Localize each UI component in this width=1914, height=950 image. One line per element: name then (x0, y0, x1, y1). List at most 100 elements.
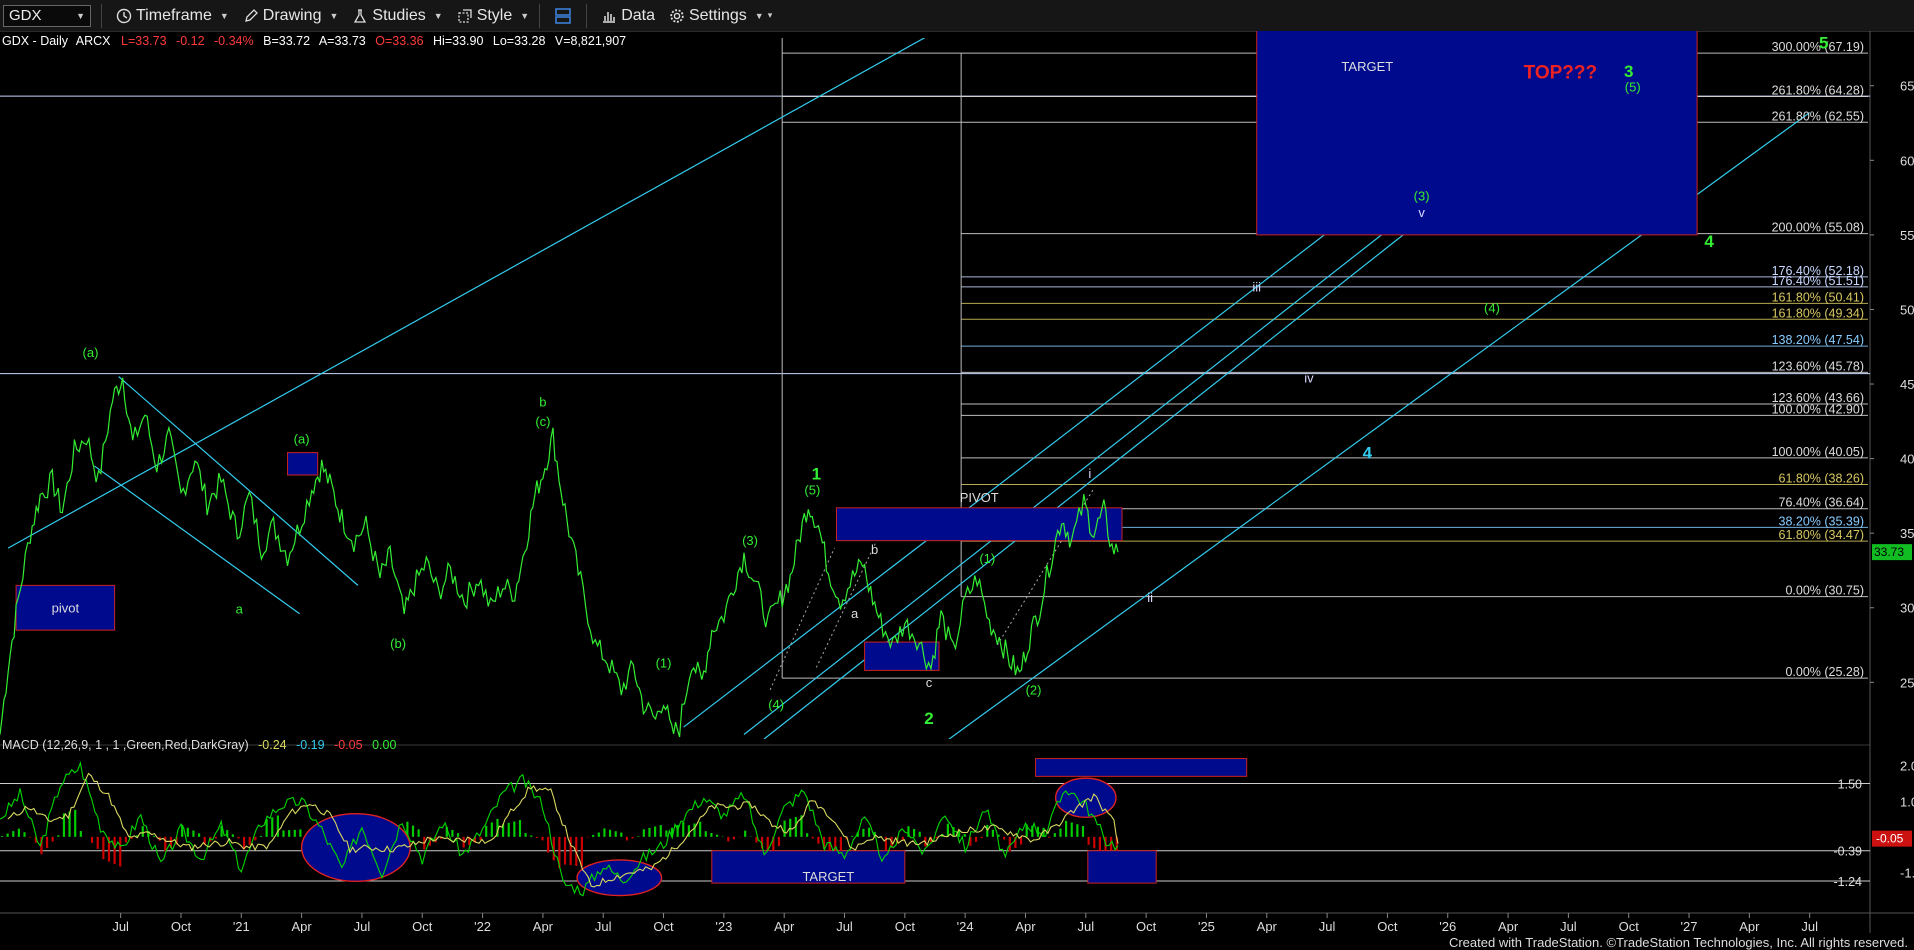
box-label: pivot (52, 601, 80, 616)
box-label: TARGET (1341, 59, 1393, 74)
wave-label: (3) (742, 533, 758, 548)
chevron-down-icon: ▼ (433, 10, 443, 21)
price-change: -0.12 (176, 34, 205, 48)
timeframe-label: Timeframe (136, 6, 212, 24)
toolbar-separator (586, 3, 588, 28)
clock-icon (116, 8, 132, 23)
wave-label: c (926, 675, 933, 690)
macd-axis-label: -1.00 (1900, 865, 1914, 880)
time-axis-label: Oct (653, 919, 674, 933)
exchange-label: ARCX (76, 34, 111, 48)
time-axis-label: '22 (474, 919, 491, 933)
time-axis-label: Oct (895, 919, 916, 933)
wave-label: (a) (83, 345, 99, 360)
time-axis-label: Oct (171, 919, 192, 933)
fib-level-label: 0.00% (30.75) (1785, 584, 1864, 598)
symbol-selector[interactable]: GDX ▼ (3, 4, 91, 27)
macd-value-1: -0.24 (258, 738, 287, 752)
time-axis-label: Jul (1801, 919, 1818, 933)
chevron-down-icon: ▼ (520, 10, 530, 21)
macd-box (1035, 758, 1248, 777)
macd-signal-line (7, 772, 1119, 888)
price-axis-label: 45.00 (1900, 377, 1914, 392)
price-line (0, 377, 1119, 738)
low-price: Lo=33.28 (493, 34, 546, 48)
macd-label: MACD (12,26,9, 1 , 1 ,Green,Red,DarkGray… (2, 738, 249, 752)
credit-text: Created with TradeStation. ©TradeStation… (1448, 935, 1908, 950)
time-axis-label: Apr (1498, 919, 1519, 933)
time-axis-label: '24 (957, 919, 974, 933)
macd-box (1087, 850, 1157, 884)
wave-label: b (539, 394, 546, 409)
time-axis-label: '26 (1439, 919, 1456, 933)
time-axis-label: Jul (1077, 919, 1094, 933)
layout-icon (555, 7, 571, 24)
last-price-tag: 33.73 (1872, 544, 1912, 561)
drawing-menu[interactable]: Drawing ▼ (243, 7, 339, 25)
time-axis-label: Oct (1136, 919, 1157, 933)
box-label: PIVOT (960, 490, 999, 505)
macd-layer (0, 758, 1870, 897)
fib-level-label: 123.60% (45.78) (1772, 359, 1864, 373)
fib-level-label: 76.40% (36.64) (1779, 496, 1864, 510)
macd-axis-label: 1.00 (1900, 794, 1914, 809)
time-axis-label: Oct (1377, 919, 1398, 933)
chart-area[interactable]: 300.00% (67.19) 261.80% (64.28) 261.80% (6… (0, 31, 1914, 933)
fib-level-label: 200.00% (55.08) (1772, 221, 1864, 235)
wave-label: (2) (1026, 682, 1042, 697)
wave-label: TOP??? (1524, 62, 1598, 83)
macd-last-tag-text: -0.05 (1876, 832, 1904, 846)
time-axis-label: '25 (1198, 919, 1215, 933)
wave-label: (3) (1414, 189, 1430, 204)
fib-level-label: 161.80% (49.34) (1772, 306, 1864, 320)
price-axis-label: 35.00 (1900, 526, 1914, 541)
symbol-value: GDX (9, 7, 42, 24)
price-axis-label: 50.00 (1900, 302, 1914, 317)
wave-label: 4 (1704, 232, 1714, 251)
wave-label: (c) (535, 414, 550, 429)
wave-label: (4) (768, 697, 784, 712)
macd-value-4: 0.00 (372, 738, 396, 752)
layout-button[interactable] (554, 7, 576, 25)
target-box (287, 452, 319, 476)
settings-menu[interactable]: Settings ▼ ▾ (669, 7, 772, 25)
channel-line (118, 376, 359, 586)
volume: V=8,821,907 (555, 34, 626, 48)
price-axis-label: 60.00 (1900, 153, 1914, 168)
wave-label: (1) (979, 551, 995, 566)
wave-label: 5 (1819, 33, 1828, 52)
ask-price: A=33.73 (319, 34, 366, 48)
target-box (835, 507, 1123, 542)
data-menu[interactable]: Data (601, 7, 655, 25)
bid-price: B=33.72 (263, 34, 310, 48)
pencil-icon (244, 8, 258, 22)
wave-label: (4) (1484, 300, 1500, 315)
fib-level-label: 261.80% (62.55) (1772, 109, 1864, 123)
wave-label: iv (1304, 371, 1314, 386)
wave-label: ii (1147, 590, 1153, 605)
chevron-down-icon: ▼ (329, 10, 339, 21)
fib-level-label: 0.00% (25.28) (1785, 665, 1864, 679)
fib-level-label: 138.20% (47.54) (1772, 333, 1864, 347)
time-axis-label: Oct (412, 919, 433, 933)
time-axis-label: Apr (533, 919, 554, 933)
wave-label: (b) (390, 636, 406, 651)
toolbar-separator (539, 3, 541, 28)
gear-icon (670, 8, 684, 23)
fib-level-label: 100.00% (42.90) (1772, 402, 1864, 416)
wave-label: 2 (924, 709, 933, 728)
style-label: Style (476, 6, 513, 24)
wave-label: 4 (1363, 444, 1373, 463)
box-layer (15, 31, 1698, 671)
timeframe-menu[interactable]: Timeframe ▼ (116, 7, 229, 25)
time-axis-label: Jul (112, 919, 129, 933)
wave-label: a (851, 606, 859, 621)
studies-menu[interactable]: Studies ▼ (352, 7, 443, 25)
style-icon (458, 8, 472, 23)
style-menu[interactable]: Style ▼ (457, 6, 530, 25)
fib-level-label: 100.00% (40.05) (1772, 445, 1864, 459)
price-axis-label: 65.00 (1900, 79, 1914, 94)
macd-level-label: 1.50 (1838, 777, 1862, 791)
time-axis-label: Jul (836, 919, 853, 933)
chevron-down-icon: ▼ (219, 10, 229, 21)
